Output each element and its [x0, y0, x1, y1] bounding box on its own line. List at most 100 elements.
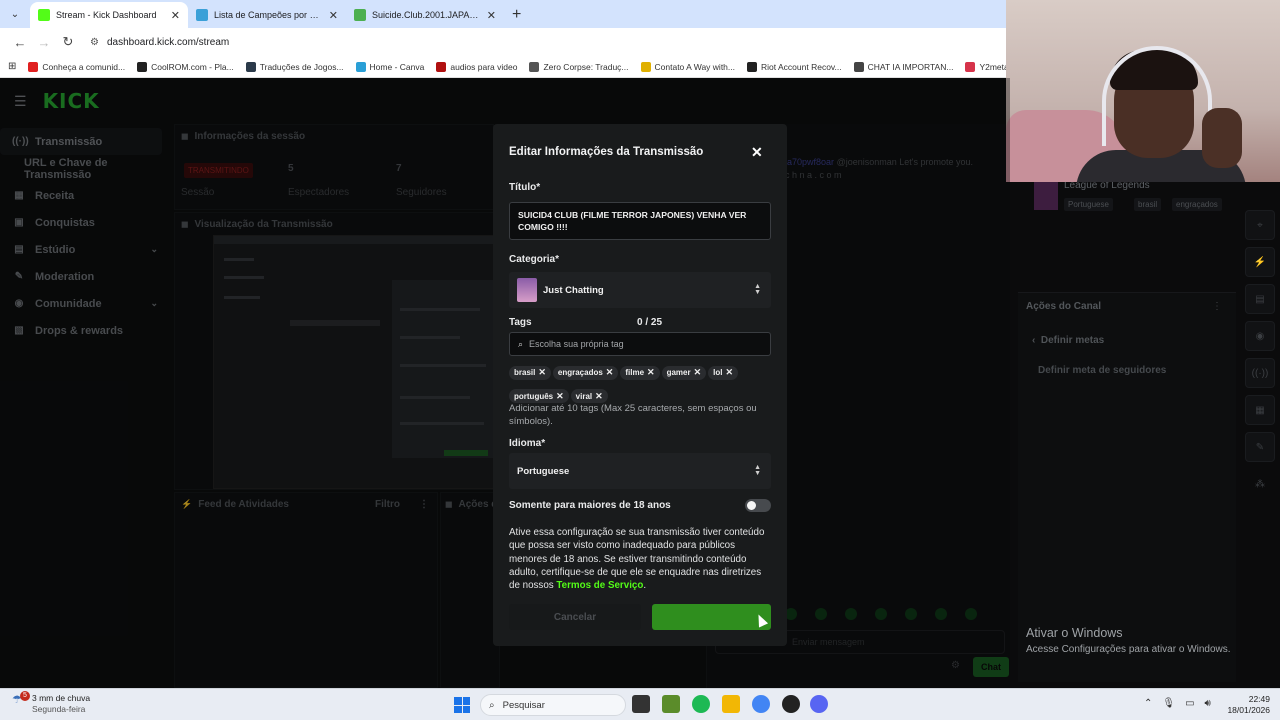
taskbar-search-label: Pesquisar: [502, 699, 545, 711]
bookmark-item[interactable]: Conheça a comunid...: [28, 61, 125, 72]
back-arrow-icon[interactable]: ←: [8, 35, 32, 50]
remove-tag-icon[interactable]: ✕: [647, 367, 655, 378]
clock[interactable]: 22:49 18/01/2026: [1222, 694, 1270, 716]
start-button[interactable]: [454, 697, 470, 713]
terms-period: .: [643, 580, 647, 592]
windows-activation-notice: Ativar o Windows Acesse Configurações pa…: [1026, 626, 1231, 655]
microphone-icon[interactable]: 🎙︎: [1162, 698, 1175, 709]
bookmark-item[interactable]: audios para video: [436, 61, 518, 72]
remove-tag-icon[interactable]: ✕: [694, 367, 702, 378]
tag-label: lol: [713, 368, 723, 377]
tab-title: Suicide.Club.2001.JAPANESE.10: [372, 10, 483, 20]
discord-icon[interactable]: [810, 695, 828, 713]
terms-link[interactable]: Termos de Serviço: [556, 580, 643, 591]
category-thumbnail: [1034, 182, 1058, 210]
bookmark-item[interactable]: Home - Canva: [355, 61, 424, 72]
bookmark-item[interactable]: Y2meta - Baixado: [965, 61, 1010, 72]
obs-icon[interactable]: [782, 695, 800, 713]
channel-actions-more-icon[interactable]: ⋮: [1212, 301, 1222, 312]
weather-line-2: Segunda-feira: [32, 703, 86, 714]
close-icon[interactable]: ✕: [751, 144, 763, 161]
layout-icon[interactable]: ▦: [1245, 395, 1275, 425]
sort-arrows-icon: ▲ ▼: [754, 464, 761, 477]
clipboard-icon[interactable]: ▤: [1245, 284, 1275, 314]
weather-widget[interactable]: ☂ 5 3 mm de chuva Segunda-feira: [12, 691, 90, 714]
bookmark-favicon-icon: [640, 61, 651, 72]
tag-chip: gamer ✕: [661, 365, 707, 380]
activation-title: Ativar o Windows: [1026, 626, 1123, 640]
remove-tag-icon[interactable]: ✕: [595, 391, 603, 402]
network-icon[interactable]: ▭: [1185, 698, 1194, 709]
rain-icon: ☂ 5: [12, 691, 30, 709]
bookmark-item[interactable]: CoolROM.com - Pla...: [137, 61, 234, 72]
system-tray: ⌃ 🎙︎ ▭ 🔊︎: [1144, 698, 1221, 709]
follower-goal-item[interactable]: Definir meta de seguidores: [1038, 365, 1166, 376]
stream-icon[interactable]: ⌖: [1245, 210, 1275, 240]
cancel-button[interactable]: Cancelar: [509, 604, 641, 630]
browser-tab[interactable]: Stream - Kick Dashboard ✕: [30, 2, 188, 28]
tab-list-chevron-icon[interactable]: ⌄: [4, 3, 26, 25]
taskbar-search[interactable]: ⌕ Pesquisar: [480, 694, 626, 716]
set-goals-back[interactable]: ‹ Definir metas: [1032, 335, 1104, 346]
bookmark-item[interactable]: CHAT IA IMPORTAN...: [853, 61, 953, 72]
url-field[interactable]: ⚙ dashboard.kick.com/stream: [90, 37, 229, 48]
browser-tab[interactable]: Lista de Campeões por Nível - ✕: [188, 2, 346, 28]
language-select[interactable]: Portuguese ▲ ▼: [509, 453, 771, 489]
bookmark-item[interactable]: Riot Account Recov...: [747, 61, 842, 72]
category-select[interactable]: Just Chatting ▲ ▼: [509, 272, 771, 308]
language-value: Portuguese: [517, 465, 570, 477]
browser-tab[interactable]: Suicide.Club.2001.JAPANESE.10 ✕: [346, 2, 504, 28]
spotify-icon[interactable]: [692, 695, 710, 713]
category-card: League of Legends Portuguese brasil engr…: [1034, 178, 1234, 214]
bookmark-label: audios para video: [450, 61, 518, 72]
bookmark-item[interactable]: Contato A Way with...: [640, 61, 735, 72]
chevron-up-icon[interactable]: ⌃: [1144, 698, 1152, 709]
tool-icon[interactable]: ✎: [1245, 432, 1275, 462]
new-tab-button[interactable]: +: [512, 6, 521, 24]
close-tab-icon[interactable]: ✕: [171, 9, 180, 22]
bookmark-favicon-icon: [245, 61, 256, 72]
tags-label: Tags: [509, 317, 532, 328]
share-icon[interactable]: ⁂: [1245, 469, 1275, 499]
channel-actions-title: Ações do Canal: [1026, 301, 1102, 312]
bookmark-label: Riot Account Recov...: [761, 61, 842, 72]
folder-icon[interactable]: [722, 695, 740, 713]
flash-icon[interactable]: ⚡: [1245, 247, 1275, 277]
file-icon[interactable]: [632, 695, 650, 713]
bookmark-item[interactable]: Traduções de Jogos...: [245, 61, 344, 72]
adult-toggle[interactable]: [745, 499, 771, 512]
chat-icon[interactable]: ◉: [1245, 321, 1275, 351]
apps-grid-icon[interactable]: ⊞: [8, 61, 16, 72]
remove-tag-icon[interactable]: ✕: [606, 367, 614, 378]
title-label: Título*: [509, 182, 541, 193]
minecraft-icon[interactable]: [662, 695, 680, 713]
bookmark-favicon-icon: [853, 61, 864, 72]
chrome-icon[interactable]: [752, 695, 770, 713]
volume-icon[interactable]: 🔊︎: [1205, 698, 1211, 709]
radio-icon[interactable]: ((·)): [1245, 358, 1275, 388]
webcam-overlay: [1006, 0, 1280, 182]
bookmark-label: Traduções de Jogos...: [259, 61, 344, 72]
reload-icon[interactable]: ↻: [56, 34, 80, 50]
tag-chip: engraçados ✕: [552, 365, 619, 380]
clock-time: 22:49: [1248, 694, 1270, 704]
tag-search-input[interactable]: ⌕ Escolha sua própria tag: [509, 332, 771, 356]
bookmark-label: Zero Corpse: Traduç...: [543, 61, 629, 72]
bookmark-item[interactable]: Zero Corpse: Traduç...: [529, 61, 629, 72]
category-value: Just Chatting: [543, 284, 604, 296]
title-field[interactable]: SUICID4 CLUB (FILME TERROR JAPONES) VENH…: [509, 202, 771, 240]
remove-tag-icon[interactable]: ✕: [538, 367, 546, 378]
site-info-icon[interactable]: ⚙: [90, 37, 99, 48]
search-icon: ⌕: [518, 338, 524, 349]
bookmark-label: Contato A Way with...: [654, 61, 735, 72]
remove-tag-icon[interactable]: ✕: [725, 367, 733, 378]
remove-tag-icon[interactable]: ✕: [556, 391, 564, 402]
forward-arrow-icon[interactable]: →: [32, 35, 56, 50]
tab-title: Stream - Kick Dashboard: [56, 10, 157, 20]
adult-description: Ative essa configuração se sua transmiss…: [509, 526, 771, 593]
close-tab-icon[interactable]: ✕: [487, 9, 496, 22]
search-icon: ⌕: [489, 699, 495, 711]
bookmark-favicon-icon: [436, 61, 447, 72]
url-text: dashboard.kick.com/stream: [106, 36, 230, 48]
close-tab-icon[interactable]: ✕: [329, 9, 338, 22]
